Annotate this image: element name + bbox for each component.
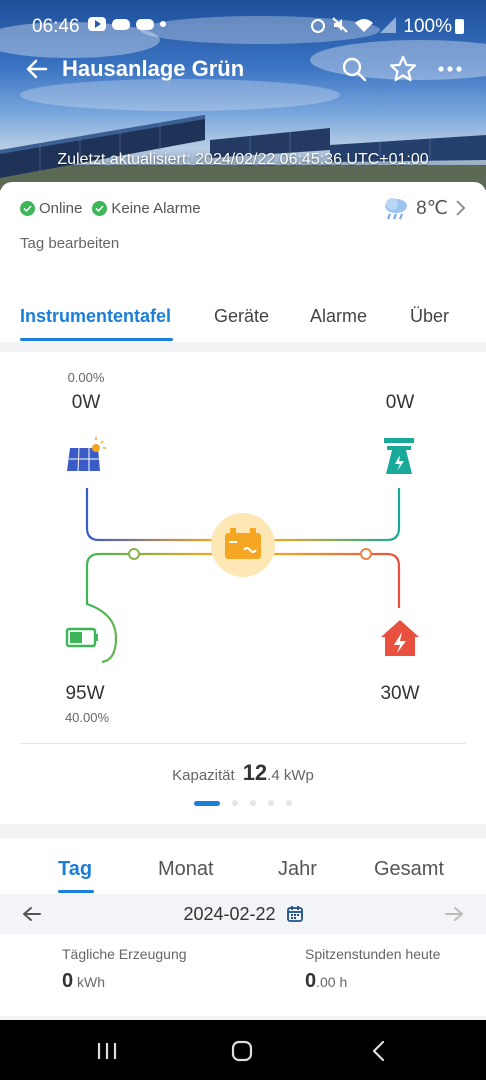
load-flow-marker: [360, 548, 372, 560]
energy-flow-card: 0.00% 0W 0W 95W 40.00% 30W Kapazität 12.4…: [0, 352, 486, 824]
capacity-row: Kapazität 12.4 kWp: [0, 760, 486, 786]
capacity-unit: .4 kWp: [267, 767, 314, 784]
daily-generation: 0 kWh: [62, 970, 105, 993]
load-flow-line: [274, 552, 401, 608]
house-icon: [381, 620, 419, 656]
page-dot[interactable]: [286, 800, 292, 806]
battery-power: 95W: [65, 683, 105, 704]
temperature: 8℃: [416, 197, 448, 219]
tab-tag[interactable]: Tag: [58, 858, 92, 881]
battery-flow-line: [85, 552, 212, 664]
peak-hours: 0.00 h: [305, 970, 347, 993]
capacity-label: Kapazität: [172, 767, 235, 784]
capacity-value: 12: [242, 760, 268, 785]
peak-hours-value: 0: [305, 970, 317, 992]
next-date-arrow-icon[interactable]: [444, 906, 464, 922]
tab-geraete[interactable]: Geräte: [214, 306, 269, 327]
grid-tower-icon: [384, 438, 414, 474]
tab-alarme[interactable]: Alarme: [310, 306, 367, 327]
status-time: 06:46: [32, 16, 80, 37]
rain-cloud-icon: [385, 198, 408, 220]
battery-soc: 40.00%: [64, 710, 110, 725]
tab-ueber[interactable]: Über: [410, 306, 449, 327]
signal-icon: [380, 17, 396, 33]
active-period-indicator: [58, 890, 94, 893]
pv-power: 0W: [71, 392, 101, 413]
recent-apps-icon[interactable]: [96, 1041, 118, 1061]
system-navigation-bar: [0, 1020, 486, 1080]
tab-monat[interactable]: Monat: [158, 858, 214, 881]
grid-flow-line: [274, 488, 401, 542]
page-dot[interactable]: [232, 800, 238, 806]
page-indicator: [0, 800, 486, 806]
peak-hours-unit: .00 h: [316, 974, 348, 990]
page-title: Hausanlage Grün: [62, 56, 245, 81]
page-dot[interactable]: [250, 800, 256, 806]
status-bar: 06:46 100%: [0, 0, 486, 52]
page-dot[interactable]: [268, 800, 274, 806]
statistics-card: Tag Monat Jahr Gesamt 2024-02-22 Täglich…: [0, 838, 486, 1016]
tab-jahr[interactable]: Jahr: [278, 858, 317, 881]
search-icon[interactable]: [340, 55, 368, 83]
check-icon: [20, 201, 35, 216]
peak-hours-label: Spitzenstunden heute: [305, 946, 441, 962]
page-dot-active[interactable]: [194, 800, 220, 806]
battery-flow-marker: [128, 548, 140, 560]
alarm-clock-icon: [311, 19, 325, 33]
game-icon: [112, 19, 130, 30]
load-power: 30W: [380, 683, 420, 704]
date-row: 2024-02-22: [0, 904, 486, 925]
tab-gesamt[interactable]: Gesamt: [374, 858, 444, 881]
last-updated: Zuletzt aktualisiert: 2024/02/22 06:45:3…: [57, 151, 429, 168]
chevron-right-icon: [456, 200, 466, 216]
edit-tag-link[interactable]: Tag bearbeiten: [20, 235, 119, 252]
notification-icons: [88, 17, 166, 31]
plant-info-card: Online Keine Alarme 8℃ Tag bearbeiten In…: [0, 182, 486, 342]
youtube-icon: [88, 17, 106, 31]
check-icon: [92, 201, 108, 216]
back-arrow-icon[interactable]: [24, 56, 50, 82]
pv-flow-line: [85, 488, 212, 542]
system-icons: [310, 17, 396, 33]
battery-status-icon: [455, 19, 464, 34]
main-tabs: Instrumententafel Geräte Alarme Über: [0, 302, 486, 342]
daily-generation-label: Tägliche Erzeugung: [62, 946, 187, 962]
grid-power: 0W: [385, 392, 415, 413]
more-notifications-icon: [160, 21, 166, 27]
back-nav-icon[interactable]: [370, 1040, 386, 1062]
tab-instrumententafel[interactable]: Instrumententafel: [20, 306, 171, 327]
star-icon[interactable]: [389, 55, 417, 83]
battery-percent: 100%: [403, 16, 452, 37]
game-icon-2: [136, 19, 154, 30]
alarm-status: Keine Alarme: [111, 200, 201, 217]
battery-icon: [65, 627, 98, 648]
more-icon[interactable]: [436, 55, 464, 83]
hero-banner: 06:46 100% Hausanlage Grün Zuletzt aktua…: [0, 0, 486, 190]
home-icon[interactable]: [231, 1040, 253, 1062]
daily-generation-value: 0: [62, 970, 74, 992]
weather-widget[interactable]: 8℃: [382, 196, 466, 220]
date-navigator: 2024-02-22: [0, 894, 486, 934]
solar-panel-icon: [67, 437, 106, 472]
app-bar: Hausanlage Grün: [0, 52, 486, 88]
status-row: Online Keine Alarme: [20, 200, 201, 217]
active-tab-indicator: [20, 338, 173, 341]
pv-percent: 0.00%: [67, 370, 105, 385]
wifi-icon: [355, 19, 373, 32]
online-status: Online: [39, 200, 83, 217]
daily-generation-unit: kWh: [73, 974, 106, 990]
divider: [20, 743, 466, 744]
current-date[interactable]: 2024-02-22: [183, 904, 275, 924]
mute-icon: [332, 17, 348, 33]
calendar-icon[interactable]: [286, 905, 303, 922]
